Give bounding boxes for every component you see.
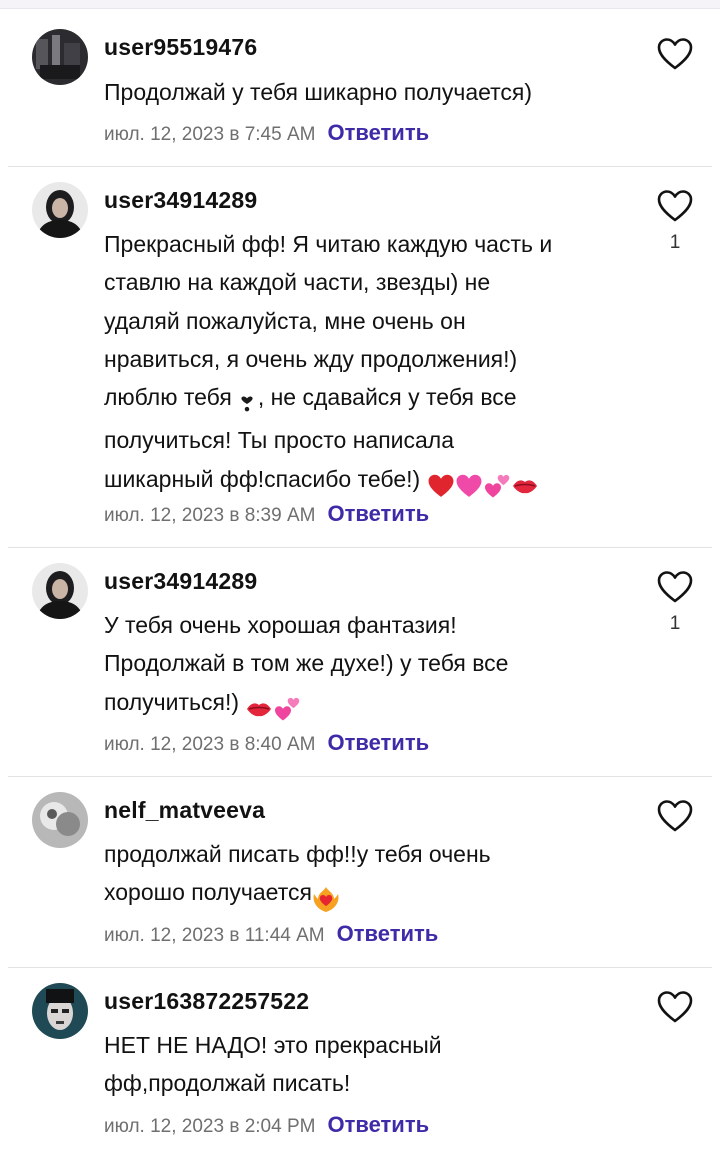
comment-divider (8, 776, 712, 777)
heart-outline-icon (657, 799, 693, 833)
comment-text: Продолжай у тебя шикарно получается) (104, 79, 533, 105)
comment-username[interactable]: user163872257522 (104, 988, 309, 1015)
heart-exclamation-emoji (238, 383, 256, 421)
like-count: 1 (669, 232, 681, 253)
heart-outline-icon (657, 37, 693, 71)
avatar[interactable] (32, 29, 88, 85)
like-button[interactable] (657, 189, 693, 223)
avatar[interactable] (32, 983, 88, 1039)
comment-meta: июл. 12, 2023 в 7:45 AM Ответить (104, 120, 429, 146)
avatar[interactable] (32, 792, 88, 848)
comment-username[interactable]: user34914289 (104, 187, 257, 214)
reply-button[interactable]: Ответить (337, 921, 439, 947)
two-hearts-emoji (483, 465, 511, 503)
comment-text: НЕТ НЕ НАДО! это прекрасный фф,продолжай… (104, 1032, 442, 1097)
comment-divider (8, 967, 712, 968)
comment-meta: июл. 12, 2023 в 2:04 PM Ответить (104, 1112, 429, 1138)
heart-outline-icon (657, 570, 693, 604)
comment-text: Прекрасный фф! Я читаю каждую часть и ст… (104, 225, 624, 503)
comment-username[interactable]: user34914289 (104, 568, 257, 595)
red-heart-emoji (427, 465, 455, 503)
comment-timestamp: июл. 12, 2023 в 7:45 AM (104, 124, 316, 145)
heart-outline-icon (657, 990, 693, 1024)
heart-on-fire-emoji (312, 878, 340, 916)
two-hearts-emoji (273, 688, 301, 726)
comment-meta: июл. 12, 2023 в 8:40 AM Ответить (104, 730, 429, 756)
comment-timestamp: июл. 12, 2023 в 8:40 AM (104, 734, 316, 755)
reply-button[interactable]: Ответить (327, 1112, 429, 1138)
comment-timestamp: июл. 12, 2023 в 11:44 AM (104, 925, 325, 946)
avatar[interactable] (32, 563, 88, 619)
like-button[interactable] (657, 990, 693, 1024)
heart-outline-icon (657, 189, 693, 223)
reply-button[interactable]: Ответить (327, 501, 429, 527)
avatar[interactable] (32, 182, 88, 238)
kiss-mark-emoji (511, 465, 539, 503)
comment-meta: июл. 12, 2023 в 11:44 AM Ответить (104, 921, 438, 947)
comment-username[interactable]: nelf_matveeva (104, 797, 265, 824)
reply-button[interactable]: Ответить (327, 730, 429, 756)
reply-button[interactable]: Ответить (327, 120, 429, 146)
comment-text: У тебя очень хорошая фантазия! Продолжай… (104, 606, 624, 726)
like-button[interactable] (657, 37, 693, 71)
comment-divider (8, 166, 712, 167)
comment-timestamp: июл. 12, 2023 в 2:04 PM (104, 1116, 316, 1137)
comment-timestamp: июл. 12, 2023 в 8:39 AM (104, 505, 316, 526)
comment-divider (8, 547, 712, 548)
like-count: 1 (669, 613, 681, 634)
top-divider (0, 0, 720, 9)
comment-text: продолжай писать фф!!у тебя очень хорошо… (104, 835, 624, 917)
like-button[interactable] (657, 799, 693, 833)
kiss-mark-emoji (245, 688, 273, 726)
comment-username[interactable]: user95519476 (104, 34, 257, 61)
comment-meta: июл. 12, 2023 в 8:39 AM Ответить (104, 501, 429, 527)
sparkling-heart-emoji (455, 465, 483, 503)
like-button[interactable] (657, 570, 693, 604)
